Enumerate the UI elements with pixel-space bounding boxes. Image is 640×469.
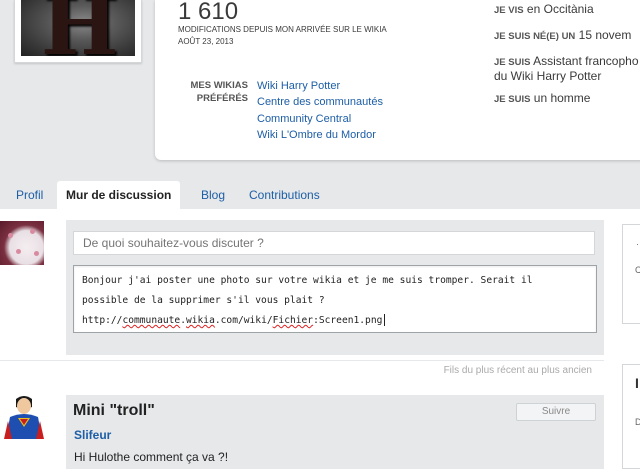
info-birthday: JE SUIS NÉ(E) UN 15 novem bbox=[494, 28, 640, 42]
favorite-wikis-label-line1: MES WIKIAS bbox=[190, 80, 248, 91]
info-value: un homme bbox=[533, 91, 591, 105]
wiki-link[interactable]: Wiki Harry Potter bbox=[257, 78, 383, 94]
new-message-composer: Bonjour j'ai poster une photo sur votre … bbox=[66, 220, 604, 355]
wiki-link[interactable]: Centre des communautés bbox=[257, 94, 383, 110]
wiki-link[interactable]: Community Central bbox=[257, 111, 383, 127]
profile-info: JE VIS en Occitània JE SUIS NÉ(E) UN 15 … bbox=[494, 0, 640, 112]
tab-blog[interactable]: Blog bbox=[201, 181, 225, 209]
rail-glyph: · bbox=[636, 239, 639, 249]
thread-message: Hi Hulothe comment ça va ?! bbox=[74, 450, 229, 464]
info-key: JE SUIS bbox=[494, 94, 531, 105]
rail-letter-small: D bbox=[635, 417, 640, 427]
rail-letter: I bbox=[635, 375, 639, 391]
info-gender: JE SUIS un homme bbox=[494, 91, 640, 105]
info-location: JE VIS en Occitània bbox=[494, 2, 640, 16]
text-caret bbox=[384, 314, 386, 326]
info-value: 15 novem bbox=[578, 28, 632, 42]
avatar-logo-letter: H bbox=[41, 0, 119, 56]
follow-button[interactable]: Suivre bbox=[516, 403, 596, 421]
current-user-avatar bbox=[0, 221, 44, 265]
wiki-link[interactable]: Wiki L'Ombre du Mordor bbox=[257, 127, 383, 143]
message-body-textarea[interactable]: Bonjour j'ai poster une photo sur votre … bbox=[73, 265, 597, 333]
favorite-wikis-label-line2: PRÉFÉRÉS bbox=[196, 93, 248, 104]
info-key: JE SUIS bbox=[494, 57, 531, 68]
body-line: Bonjour j'ai poster une photo sur votre … bbox=[82, 275, 533, 286]
tab-contributions[interactable]: Contributions bbox=[249, 181, 320, 209]
right-rail-module: · C bbox=[622, 224, 640, 324]
thread-card: Mini "troll" Suivre Slifeur Hi Hulothe c… bbox=[66, 395, 604, 469]
favorite-wikis-label: MES WIKIAS PRÉFÉRÉS bbox=[178, 79, 248, 105]
sort-order-control[interactable]: Fils du plus récent au plus ancien bbox=[0, 360, 604, 380]
tab-profil[interactable]: Profil bbox=[16, 181, 43, 209]
thread-title[interactable]: Mini "troll" bbox=[73, 402, 155, 420]
edit-count: 1 610 bbox=[178, 0, 239, 25]
profile-avatar-frame: H bbox=[14, 0, 142, 63]
right-rail-module-2: I D bbox=[622, 364, 640, 469]
info-value: du Wiki Harry Potter bbox=[494, 69, 602, 83]
message-title-input[interactable] bbox=[73, 231, 595, 255]
thread-author-link[interactable]: Slifeur bbox=[74, 428, 111, 442]
info-key: JE VIS bbox=[494, 5, 524, 16]
favorite-wikis-list: Wiki Harry Potter Centre des communautés… bbox=[257, 78, 383, 143]
profile-avatar[interactable]: H bbox=[21, 0, 135, 56]
info-occupation-cont: du Wiki Harry Potter bbox=[494, 69, 640, 83]
rail-letter: C bbox=[635, 265, 640, 275]
profile-tabs: Profil Mur de discussion Blog Contributi… bbox=[0, 181, 640, 209]
edit-count-caption: MODIFICATIONS DEPUIS MON ARRIVÉE SUR LE … bbox=[178, 25, 387, 34]
sort-order-label: Fils du plus récent au plus ancien bbox=[443, 365, 592, 376]
info-value: Assistant francopho bbox=[533, 54, 639, 68]
tab-mur-de-discussion[interactable]: Mur de discussion bbox=[57, 181, 181, 209]
info-value: en Occitània bbox=[526, 2, 594, 16]
info-key: JE SUIS NÉ(E) UN bbox=[494, 31, 576, 42]
body-line-url: http://communaute.wikia.com/wiki/Fichier… bbox=[82, 311, 588, 331]
join-date: AOÛT 23, 2013 bbox=[178, 37, 234, 46]
info-occupation: JE SUIS Assistant francopho bbox=[494, 54, 640, 68]
body-line: possible de la supprimer s'il vous plait… bbox=[82, 295, 325, 306]
superman-avatar-icon[interactable] bbox=[4, 395, 44, 439]
